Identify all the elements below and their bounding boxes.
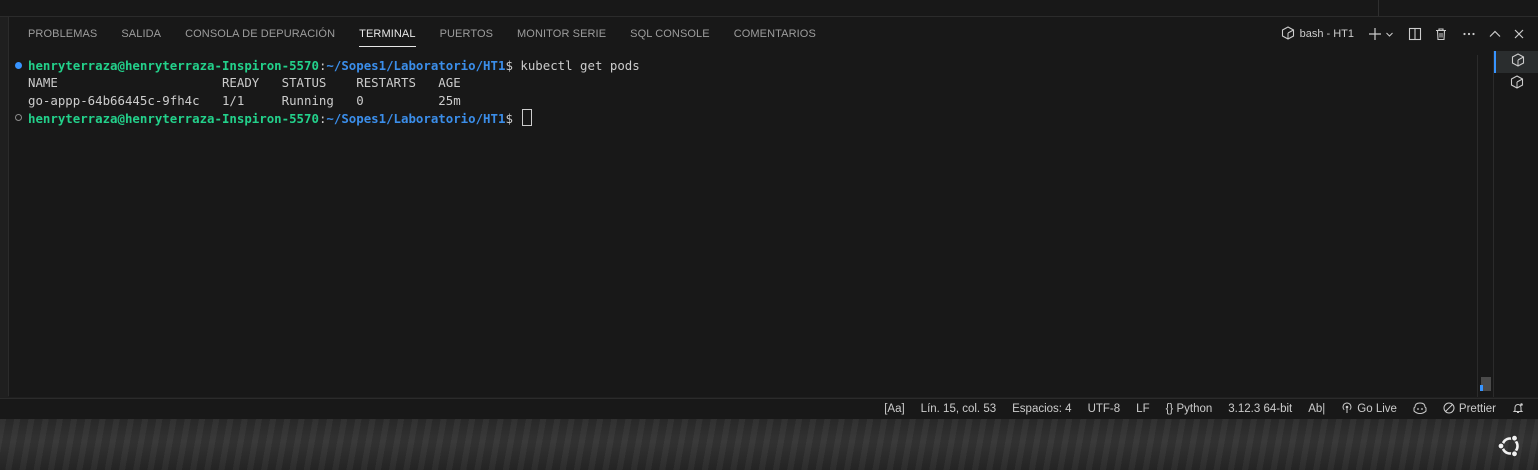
desktop-background: [0, 419, 1538, 470]
terminal-tab-1[interactable]: [1494, 51, 1538, 73]
bottom-panel: PROBLEMAS SALIDA CONSOLA DE DEPURACIÓN T…: [9, 17, 1538, 397]
terminal-bash-icon: [1510, 74, 1524, 94]
panel-actions: bash - HT1: [1281, 17, 1538, 51]
tab-terminal[interactable]: TERMINAL: [359, 17, 416, 51]
status-encoding-label: UTF-8: [1087, 403, 1121, 415]
status-cursor-position[interactable]: Lín. 15, col. 53: [921, 403, 996, 415]
prettier-disabled-icon: [1443, 402, 1455, 417]
split-icon: [1408, 27, 1422, 41]
new-terminal-button[interactable]: [1368, 24, 1394, 44]
status-interpreter-label: 3.12.3 64-bit: [1228, 403, 1293, 415]
status-encoding[interactable]: UTF-8: [1088, 403, 1121, 415]
prompt-symbol: $: [505, 58, 521, 73]
terminal-bash-icon: [1511, 52, 1525, 72]
status-eol-label: LF: [1136, 403, 1150, 415]
status-copilot[interactable]: [1413, 401, 1427, 417]
status-indent-label: Espacios: 4: [1012, 403, 1072, 415]
broadcast-icon: [1341, 401, 1353, 417]
prompt-path: ~/Sopes1/Laboratorio/HT1: [326, 110, 506, 126]
split-terminal-button[interactable]: [1408, 24, 1422, 44]
terminal-scrollbar[interactable]: [1477, 55, 1492, 397]
command-pending-decoration-icon[interactable]: [15, 113, 22, 121]
tab-sql-console[interactable]: SQL CONSOLE: [630, 17, 710, 51]
bell-icon: [1512, 402, 1524, 417]
status-spell-label: Ab|: [1308, 403, 1326, 415]
ellipsis-icon: [1462, 27, 1476, 41]
close-panel-button[interactable]: [1512, 24, 1526, 44]
terminal-bash-icon: [1281, 25, 1295, 43]
more-actions-button[interactable]: [1462, 24, 1476, 44]
chevron-up-icon: [1488, 27, 1502, 41]
status-language-mode[interactable]: {} Python: [1166, 403, 1213, 415]
status-position-label: Lín. 15, col. 53: [920, 403, 997, 415]
status-eol[interactable]: LF: [1136, 403, 1149, 415]
editor-area-edge: [0, 0, 1538, 17]
maximize-panel-button[interactable]: [1488, 24, 1502, 44]
scrollbar-marker: [1480, 385, 1483, 391]
terminal-cursor: [522, 108, 533, 126]
chevron-down-icon[interactable]: [1385, 30, 1394, 39]
prompt-symbol: $: [505, 110, 521, 126]
status-go-live-label: Go Live: [1357, 403, 1397, 415]
command-text: kubectl get pods: [520, 58, 640, 73]
plus-icon: [1368, 27, 1382, 41]
terminal-instance-selector[interactable]: bash - HT1: [1281, 25, 1354, 43]
status-prettier-label: Prettier: [1458, 403, 1496, 415]
status-notifications[interactable]: [1512, 402, 1524, 417]
terminal-tabs-list: [1493, 51, 1538, 397]
terminal-instance-label: bash - HT1: [1299, 28, 1354, 40]
status-go-live[interactable]: Go Live: [1341, 401, 1397, 417]
terminal-line-header: NAME READY STATUS RESTARTS AGE: [28, 75, 461, 91]
command-success-decoration-icon[interactable]: [15, 62, 22, 69]
close-icon: [1512, 27, 1526, 41]
tab-puertos[interactable]: PUERTOS: [440, 17, 493, 51]
kill-terminal-button[interactable]: [1434, 24, 1448, 44]
status-bar: [Aa] Lín. 15, col. 53 Espacios: 4 UTF-8 …: [0, 398, 1538, 419]
tab-comentarios[interactable]: COMENTARIOS: [734, 17, 816, 51]
status-prettier[interactable]: Prettier: [1443, 402, 1496, 417]
tab-salida[interactable]: SALIDA: [121, 17, 161, 51]
status-indentation[interactable]: Espacios: 4: [1012, 403, 1071, 415]
terminal-line-row: go-appp-64b66445c-9fh4c 1/1 Running 0 25…: [28, 92, 461, 108]
tab-consola-depuracion[interactable]: CONSOLA DE DEPURACIÓN: [185, 17, 335, 51]
trash-icon: [1434, 27, 1448, 41]
status-spellcheck[interactable]: Ab|: [1308, 403, 1325, 415]
status-language-label: {} Python: [1165, 403, 1213, 415]
tab-problemas[interactable]: PROBLEMAS: [28, 17, 97, 51]
prompt-user: henryterraza@henryterraza-Inspiron-5570: [28, 58, 319, 73]
terminal-output[interactable]: henryterraza@henryterraza-Inspiron-5570:…: [9, 57, 1479, 397]
prompt-user: henryterraza@henryterraza-Inspiron-5570: [28, 110, 319, 126]
desktop-texture: [0, 419, 1538, 470]
status-case-sensitive[interactable]: [Aa]: [884, 403, 904, 415]
status-python-interpreter[interactable]: 3.12.3 64-bit: [1228, 403, 1292, 415]
terminal-tab-2[interactable]: [1494, 73, 1538, 95]
panel-tabs: PROBLEMAS SALIDA CONSOLA DE DEPURACIÓN T…: [9, 17, 821, 51]
ubuntu-logo-icon[interactable]: [1497, 433, 1523, 459]
tab-monitor-serie[interactable]: MONITOR SERIE: [517, 17, 606, 51]
editor-divider: [1378, 0, 1379, 16]
terminal-line-command: henryterraza@henryterraza-Inspiron-5570:…: [9, 57, 1479, 74]
terminal-line-prompt: henryterraza@henryterraza-Inspiron-5570:…: [9, 108, 1479, 126]
status-case-label: [Aa]: [884, 403, 905, 415]
prompt-path: ~/Sopes1/Laboratorio/HT1: [326, 58, 506, 73]
copilot-icon: [1413, 401, 1427, 417]
